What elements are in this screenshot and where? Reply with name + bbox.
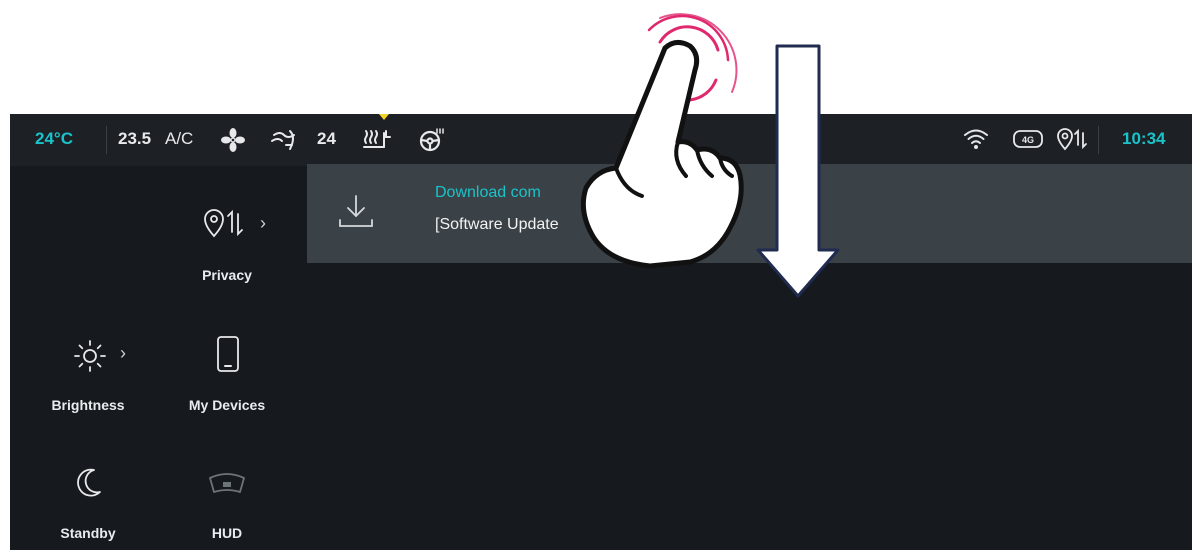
airflow-icon[interactable]: [270, 127, 298, 158]
notification-title: Download com: [435, 184, 541, 201]
clock: 10:34: [1122, 129, 1166, 148]
hud-icon[interactable]: [206, 470, 248, 501]
moon-icon[interactable]: [74, 466, 104, 505]
ac-label[interactable]: A/C: [165, 129, 193, 149]
outside-temperature: 24°C: [35, 129, 73, 148]
location-privacy-tile-icon[interactable]: [203, 208, 247, 245]
status-divider: [106, 126, 107, 154]
cabin-temperature[interactable]: 23.5: [118, 129, 151, 149]
tap-ring-icon: [647, 13, 738, 102]
notification-text: [Software Update: [435, 216, 559, 233]
download-notification[interactable]: Download com [Software Update: [307, 164, 1192, 263]
download-icon: [337, 194, 375, 235]
status-bar[interactable]: 24°C 23.5 A/C 24 4G 10:34: [10, 114, 1192, 166]
phone-icon[interactable]: [215, 334, 241, 379]
pull-down-indicator: [379, 114, 389, 120]
location-privacy-icon[interactable]: [1055, 127, 1089, 158]
status-divider-right: [1098, 126, 1099, 154]
4g-icon: 4G: [1012, 127, 1044, 156]
car-display-screen: 24°C 23.5 A/C 24 4G 10:34 Download com […: [10, 114, 1192, 550]
tile-hud-label[interactable]: HUD: [167, 525, 287, 541]
tile-my-devices-label[interactable]: My Devices: [167, 397, 287, 413]
seat-heat-icon[interactable]: [362, 127, 394, 158]
tile-brightness-label[interactable]: Brightness: [28, 397, 148, 413]
brightness-chevron-icon[interactable]: ›: [120, 343, 126, 364]
sun-icon[interactable]: [72, 338, 108, 379]
tile-standby-label[interactable]: Standby: [28, 525, 148, 541]
tile-privacy-label[interactable]: Privacy: [167, 267, 287, 283]
wifi-icon: [963, 127, 989, 156]
fan-speed-value[interactable]: 24: [317, 129, 336, 149]
fan-icon[interactable]: [220, 127, 246, 158]
steering-wheel-heat-icon[interactable]: [418, 127, 446, 158]
network-label: 4G: [1022, 135, 1034, 145]
privacy-chevron-icon[interactable]: ›: [260, 213, 266, 234]
